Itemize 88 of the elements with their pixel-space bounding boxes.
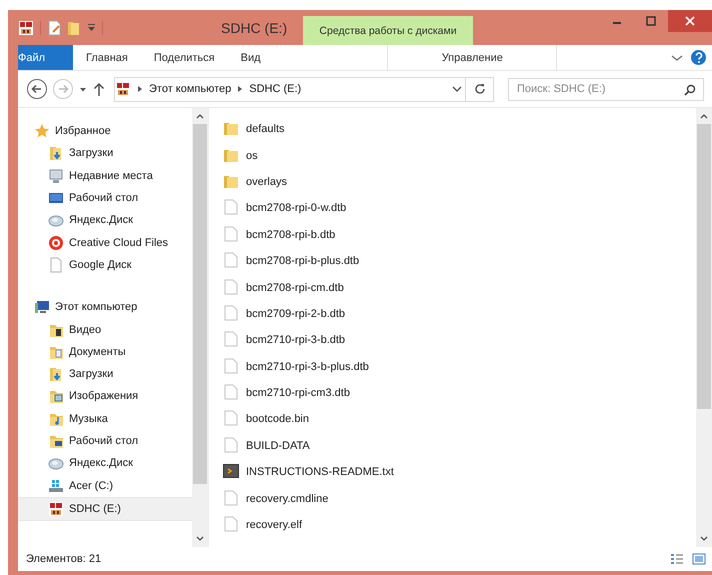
nav-item[interactable]: Рабочий стол	[18, 186, 192, 210]
thumbnail-view-icon[interactable]	[692, 553, 706, 565]
search-field[interactable]: Поиск: SDHC (E:)	[508, 78, 704, 100]
file-item[interactable]: BUILD-DATA	[223, 432, 696, 460]
document-icon	[223, 252, 239, 270]
nav-item[interactable]: Загрузки	[18, 362, 192, 386]
file-item[interactable]: os	[223, 142, 696, 169]
nav-item[interactable]: Google Диск	[18, 254, 192, 276]
chevron-icon	[137, 85, 143, 93]
back-button[interactable]	[26, 78, 48, 100]
close-icon	[685, 16, 695, 26]
nav-item[interactable]: Acer (C:)	[18, 474, 192, 497]
chevron-icon	[237, 85, 244, 93]
sd-card-icon	[48, 500, 64, 517]
document-icon	[223, 226, 239, 244]
folder-icon	[48, 433, 64, 449]
maximize-icon	[646, 16, 656, 26]
nav-item[interactable]: Яндекс.Диск	[18, 452, 192, 474]
scrollbar[interactable]	[696, 108, 712, 547]
sd-card-icon	[115, 81, 131, 97]
details-view-icon[interactable]	[670, 553, 684, 565]
nav-item[interactable]: Документы	[18, 340, 192, 363]
file-tab[interactable]: Файл	[18, 45, 73, 72]
document-icon	[223, 278, 239, 297]
computer-icon	[34, 299, 50, 316]
search-icon	[684, 84, 696, 96]
nav-item[interactable]: Этот компьютер	[18, 296, 192, 318]
document-icon	[223, 516, 239, 534]
breadcrumb[interactable]: Этот компьютер	[149, 83, 232, 95]
document-icon	[223, 331, 239, 350]
file-item[interactable]: bcm2708-rpi-cm.dtb	[223, 274, 696, 301]
refresh-icon	[474, 83, 486, 95]
document-icon	[223, 490, 239, 508]
nav-item[interactable]: Недавние места	[18, 164, 192, 187]
tool-group-label: Средства работы с дисками	[303, 16, 473, 45]
nav-item[interactable]: Изображения	[18, 385, 192, 408]
expand-ribbon-icon[interactable]	[671, 52, 683, 62]
file-item[interactable]: bcm2708-rpi-b-plus.dtb	[223, 248, 696, 274]
nav-item[interactable]: Музыка	[18, 408, 192, 430]
scrollbar[interactable]	[192, 108, 208, 547]
scroll-thumb[interactable]	[193, 124, 207, 484]
drive-icon	[48, 478, 64, 494]
file-item[interactable]: bcm2710-rpi-3-b.dtb	[223, 327, 696, 354]
document-icon	[223, 410, 239, 428]
properties-icon[interactable]	[47, 20, 61, 36]
file-item[interactable]: bcm2709-rpi-2-b.dtb	[223, 300, 696, 328]
breadcrumb[interactable]: SDHC (E:)	[249, 83, 302, 95]
document-icon	[48, 256, 64, 273]
document-icon	[223, 304, 239, 323]
window-title: SDHC (E:)	[221, 20, 288, 36]
scroll-thumb[interactable]	[697, 124, 711, 409]
nav-item[interactable]: SDHC (E:)	[18, 496, 192, 522]
file-item[interactable]: overlays	[223, 168, 696, 196]
up-arrow-icon	[92, 81, 106, 97]
document-icon	[223, 384, 239, 402]
up-button[interactable]	[92, 81, 106, 97]
close-button[interactable]	[668, 10, 712, 32]
folder-icon	[48, 388, 64, 404]
sd-card-icon	[18, 20, 34, 36]
folder-icon	[48, 145, 64, 162]
nav-item[interactable]: Рабочий стол	[18, 430, 192, 452]
file-item[interactable]: bcm2708-rpi-0-w.dtb	[223, 195, 696, 222]
file-item[interactable]: bcm2710-rpi-3-b-plus.dtb	[223, 354, 696, 380]
cloud-logo-icon	[48, 234, 64, 251]
file-item[interactable]: bcm2710-rpi-cm3.dtb	[223, 380, 696, 406]
address-bar[interactable]: Этот компьютер SDHC (E:)	[114, 76, 494, 102]
computer-icon	[48, 168, 64, 184]
file-item[interactable]: INSTRUCTIONS-README.txt	[223, 459, 696, 486]
file-item[interactable]: bootcode.bin	[223, 406, 696, 433]
nav-item[interactable]: Видео	[18, 318, 192, 341]
file-item[interactable]: recovery.elf	[223, 512, 696, 538]
file-item[interactable]: defaults	[223, 116, 696, 142]
nav-item[interactable]: Яндекс.Диск	[18, 209, 192, 232]
nav-item[interactable]: Creative Cloud Files	[18, 231, 192, 254]
file-item[interactable]: bcm2708-rpi-b.dtb	[223, 222, 696, 248]
folder-icon	[48, 366, 64, 382]
dropdown-icon[interactable]	[87, 22, 96, 34]
document-icon	[223, 199, 239, 218]
nav-item[interactable]: Загрузки	[18, 142, 192, 165]
document-icon	[223, 436, 239, 455]
star-icon	[34, 123, 50, 140]
question-mark-icon	[694, 52, 702, 63]
ribbon-tab[interactable]: Управление	[387, 45, 558, 70]
nav-item[interactable]: Избранное	[18, 120, 192, 142]
help-icon[interactable]	[691, 50, 706, 65]
document-icon	[223, 358, 239, 376]
item-count: Элементов: 21	[26, 553, 102, 565]
file-item[interactable]: recovery.cmdline	[223, 485, 696, 512]
